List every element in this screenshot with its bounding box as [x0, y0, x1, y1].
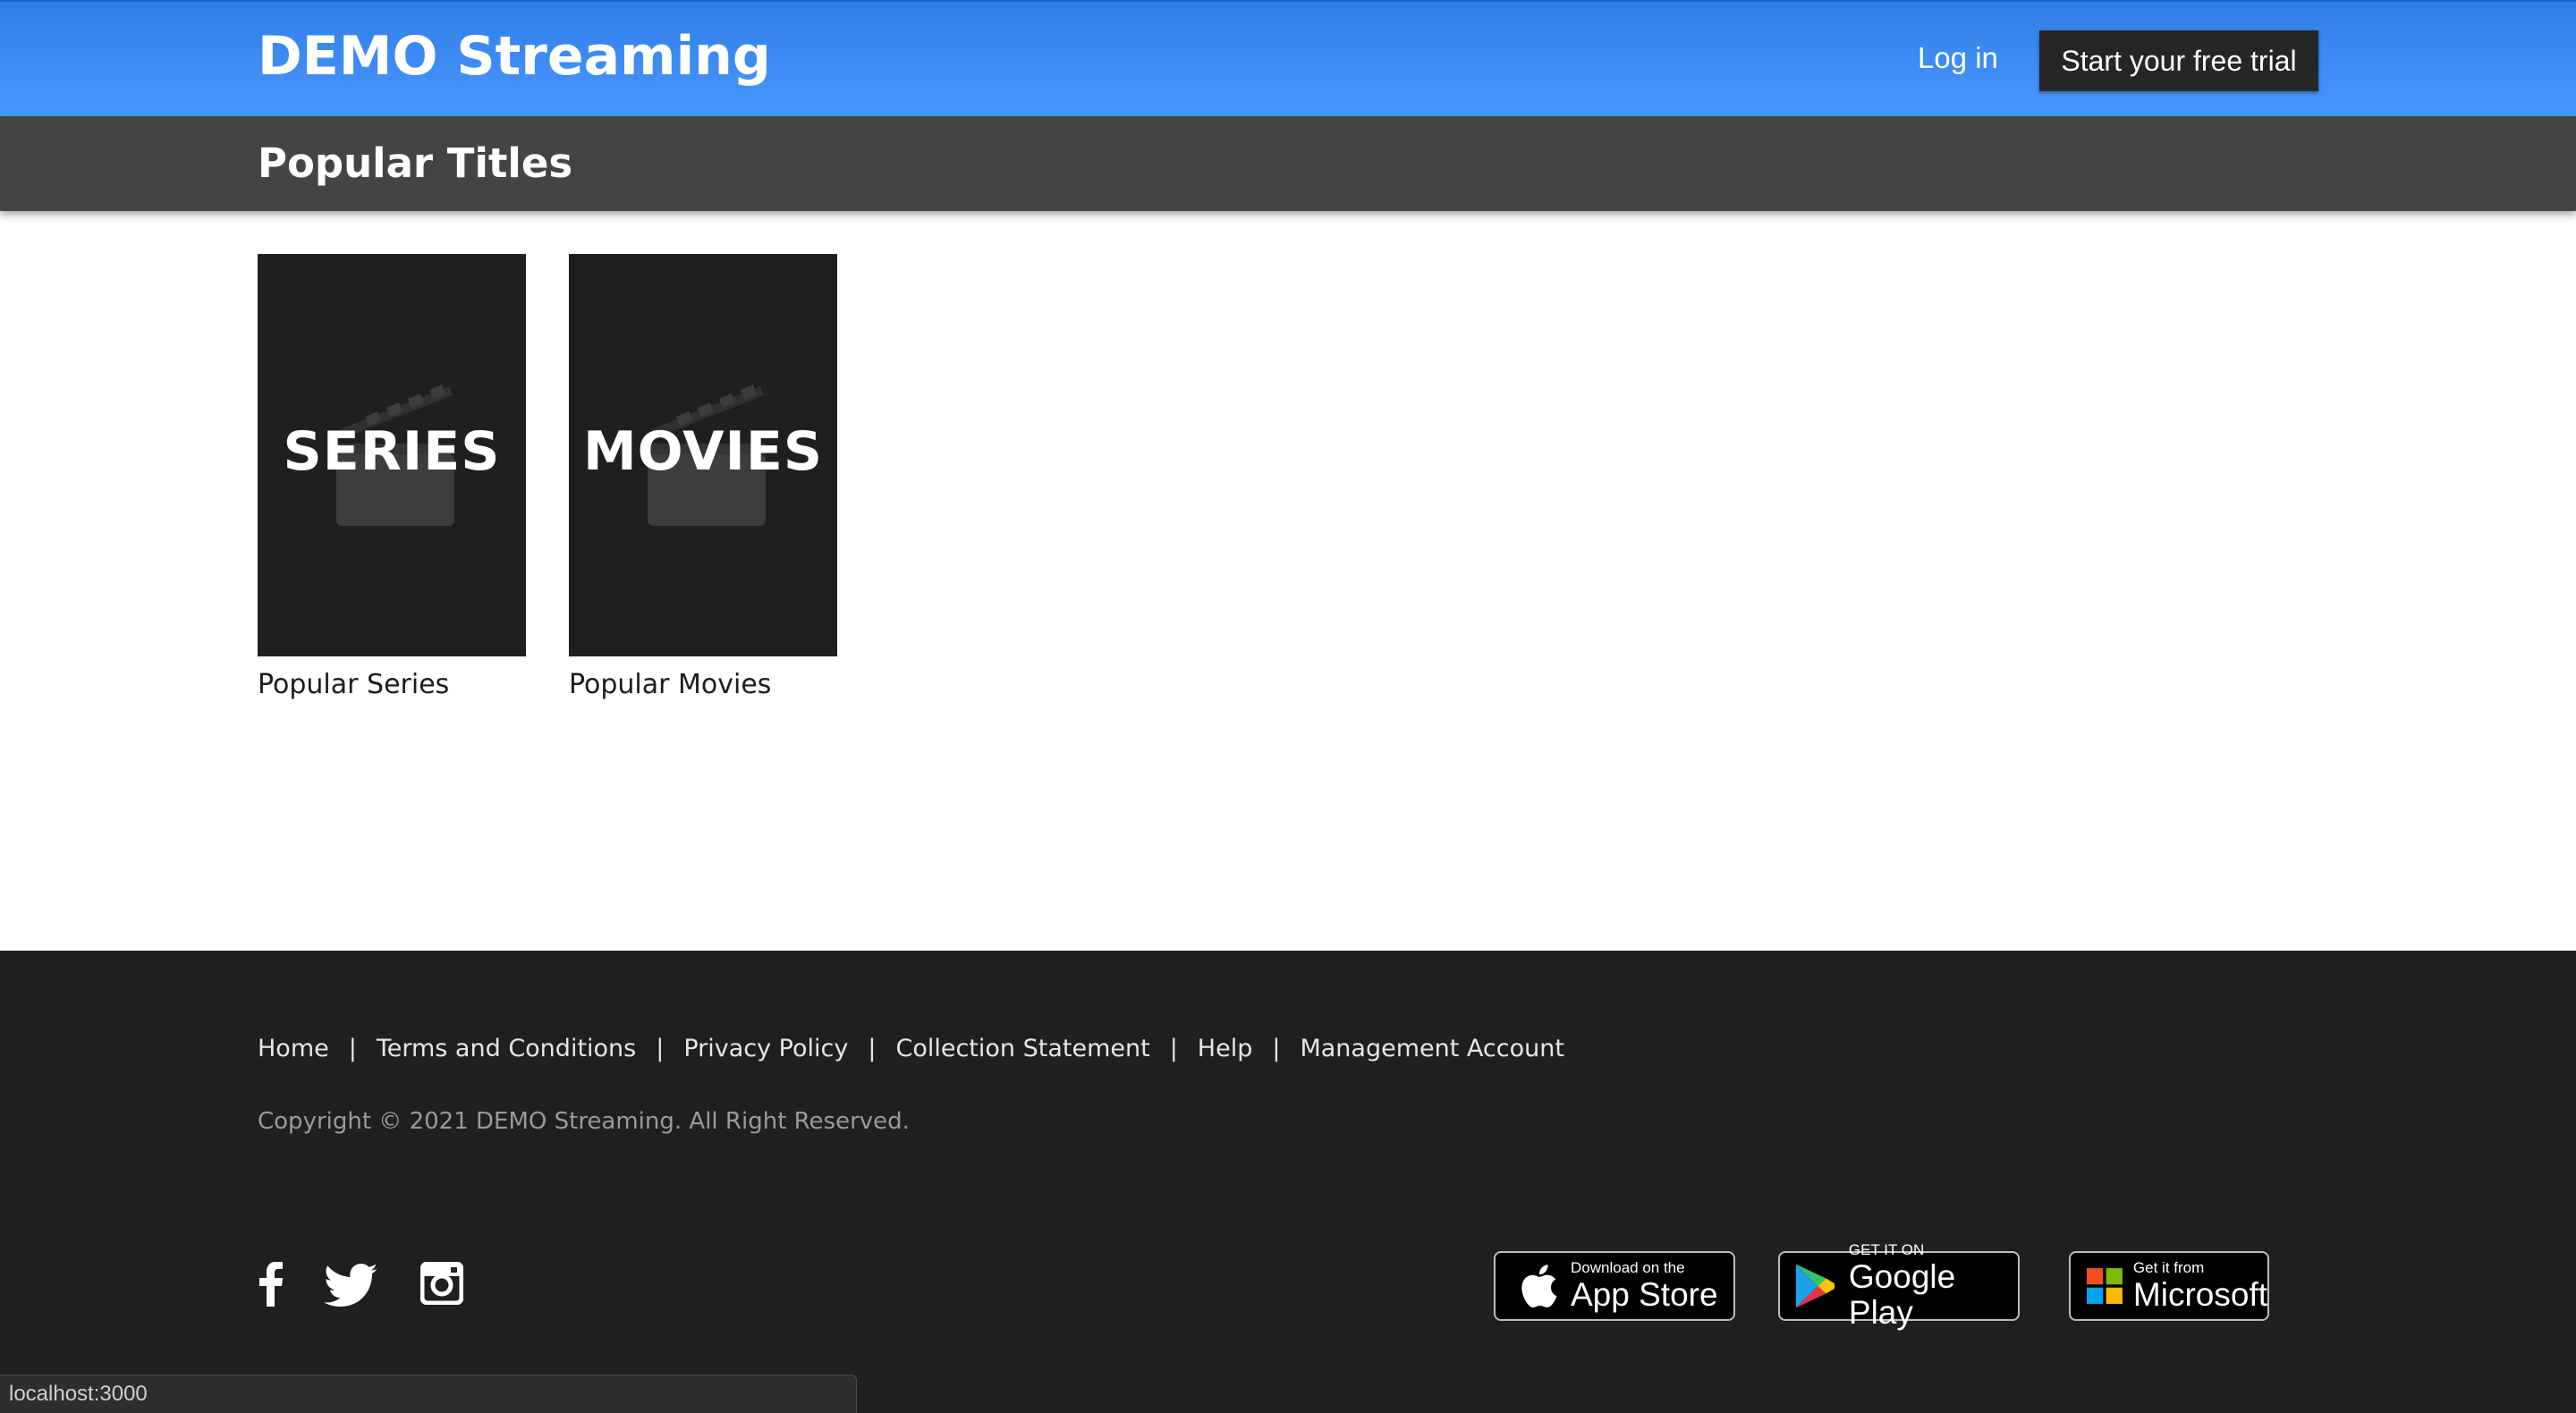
status-url: localhost:3000 — [9, 1382, 148, 1406]
microsoft-big-text: Microsoft — [2132, 1276, 2267, 1313]
popular-series-card[interactable]: SERIES Popular Series — [258, 254, 526, 700]
microsoft-badge[interactable]: Get it from Microsoft — [2069, 1251, 2269, 1321]
facebook-icon[interactable] — [258, 1262, 284, 1307]
browser-status-bar: localhost:3000 — [0, 1375, 857, 1413]
free-trial-button[interactable]: Start your free trial — [2039, 30, 2318, 91]
google-play-icon — [1795, 1264, 1835, 1308]
app-store-big-text: App Store — [1571, 1276, 1718, 1313]
google-play-small-text: GET IT ON — [1848, 1241, 1925, 1258]
footer-link-privacy[interactable]: Privacy Policy — [683, 1035, 848, 1062]
microsoft-icon — [2087, 1268, 2123, 1304]
footer-link-management[interactable]: Management Account — [1300, 1035, 1563, 1062]
google-play-big-text: Google Play — [1848, 1258, 1956, 1331]
footer: Home | Terms and Conditions | Privacy Po… — [0, 951, 2576, 1413]
google-play-badge[interactable]: GET IT ON Google Play — [1778, 1241, 2020, 1331]
link-separator: | — [656, 1035, 665, 1062]
footer-links: Home | Terms and Conditions | Privacy Po… — [258, 1035, 1564, 1062]
link-separator: | — [868, 1035, 877, 1062]
movies-tile[interactable]: MOVIES — [569, 254, 837, 656]
app-store-small-text: Download on the — [1571, 1259, 1685, 1276]
series-tile-label: SERIES — [283, 420, 501, 483]
footer-link-home[interactable]: Home — [258, 1035, 329, 1062]
movies-caption[interactable]: Popular Movies — [569, 669, 837, 700]
footer-link-terms[interactable]: Terms and Conditions — [377, 1035, 636, 1062]
link-separator: | — [1272, 1035, 1281, 1062]
series-tile[interactable]: SERIES — [258, 254, 526, 656]
link-separator: | — [348, 1035, 357, 1062]
series-caption[interactable]: Popular Series — [258, 669, 526, 700]
page-title-bar: Popular Titles — [0, 116, 2576, 211]
page-title: Popular Titles — [258, 140, 573, 187]
footer-link-collection[interactable]: Collection Statement — [895, 1035, 1149, 1062]
instagram-icon[interactable] — [420, 1262, 463, 1305]
link-separator: | — [1169, 1035, 1178, 1062]
copyright-text: Copyright © 2021 DEMO Streaming. All Rig… — [258, 1108, 910, 1135]
popular-movies-card[interactable]: MOVIES Popular Movies — [569, 254, 837, 700]
movies-tile-label: MOVIES — [582, 420, 824, 483]
twitter-icon[interactable] — [324, 1264, 377, 1307]
brand-logo[interactable]: DEMO Streaming — [258, 25, 771, 88]
footer-link-help[interactable]: Help — [1198, 1035, 1253, 1062]
top-header: DEMO Streaming Log in Start your free tr… — [0, 0, 2576, 116]
login-link[interactable]: Log in — [1918, 41, 1998, 75]
microsoft-small-text: Get it from — [2132, 1259, 2205, 1276]
apple-icon — [1521, 1265, 1557, 1308]
app-store-badge[interactable]: Download on the App Store — [1494, 1251, 1735, 1321]
